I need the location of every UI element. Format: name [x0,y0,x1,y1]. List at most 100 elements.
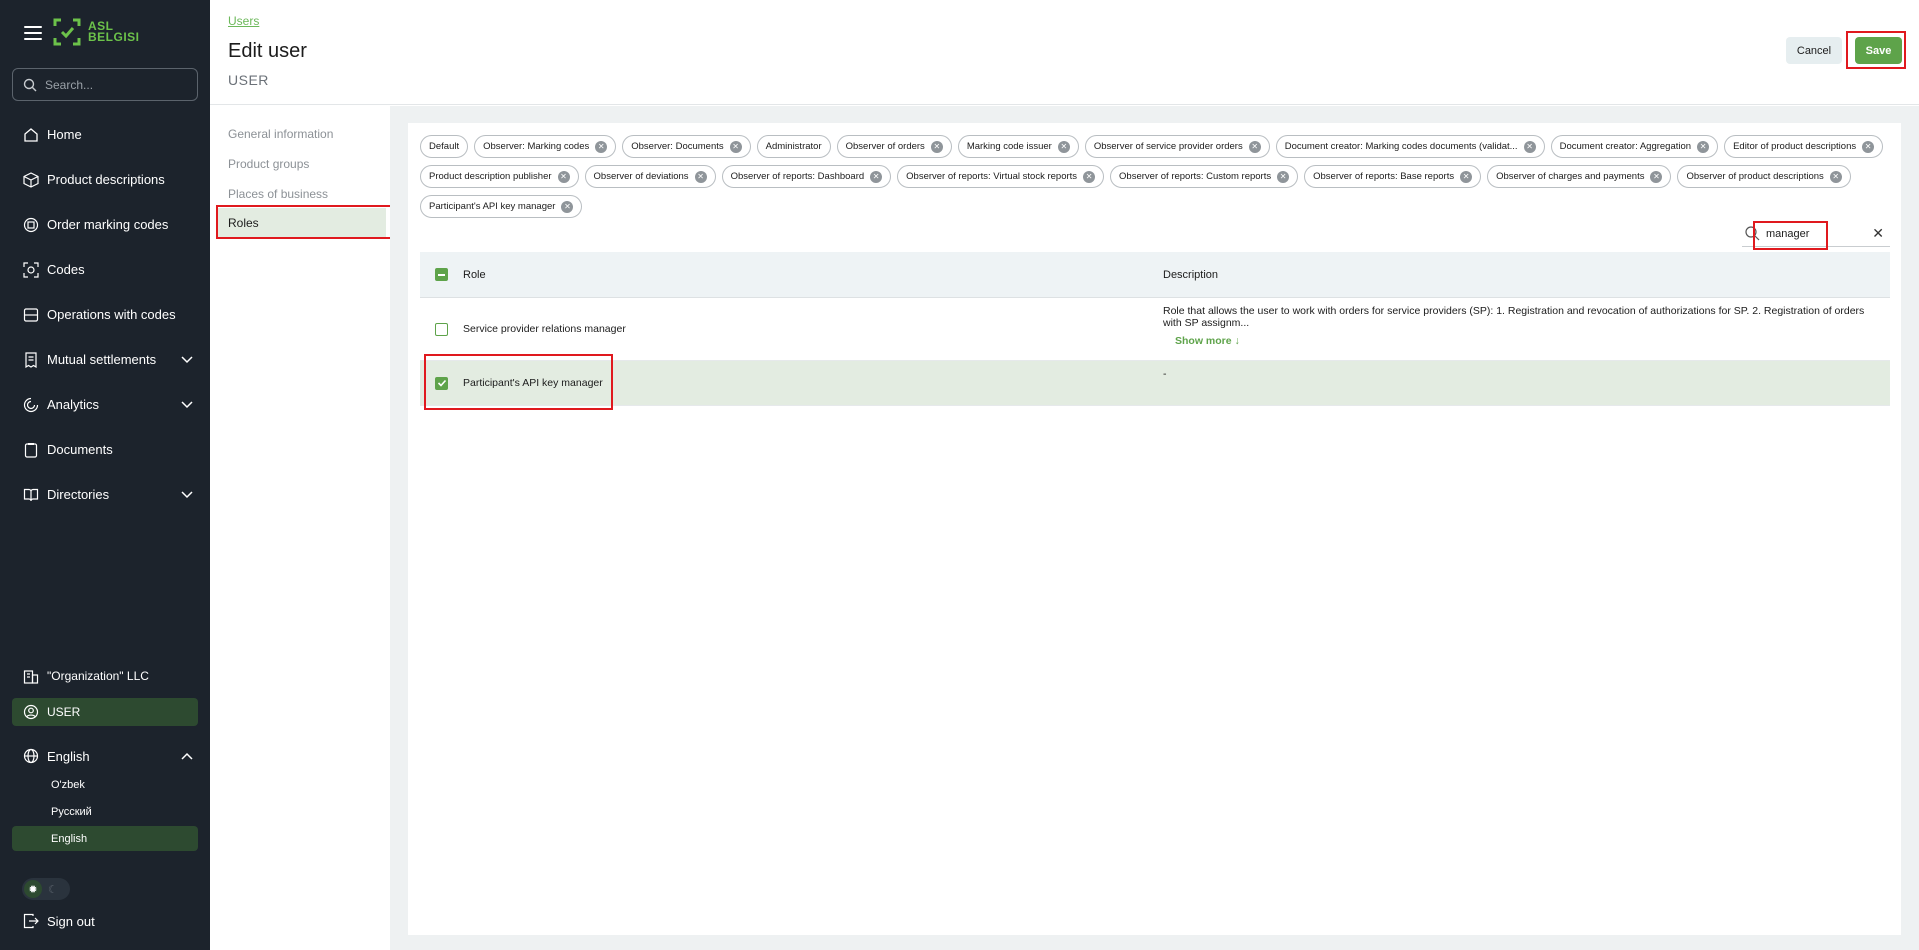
page-title: Edit user [228,40,307,62]
role-chip: Observer of service provider orders ✕ [1084,135,1270,158]
role-chip-label: Observer of reports: Dashboard [730,171,865,182]
role-search: ✕ [1742,221,1890,247]
role-chip-label: Observer of deviations [593,171,689,182]
breadcrumb-users-link[interactable]: Users [228,14,259,28]
role-chip: Document creator: Marking codes document… [1275,135,1545,158]
table-row[interactable]: Participant's API key manager - [420,361,1890,406]
check-icon [437,379,446,387]
globe-icon [23,748,39,764]
chevron-down-icon[interactable] [180,487,194,501]
brand-logo[interactable]: ASL BELGISI [52,17,140,47]
description-cell: Role that allows the user to work with o… [1163,298,1890,360]
sign-out-button[interactable]: Sign out [23,913,95,929]
user-item[interactable]: USER [12,698,198,726]
role-chip: Observer of orders ✕ [836,135,952,158]
remove-chip-icon[interactable]: ✕ [1248,140,1261,153]
show-more-link[interactable]: Show more ↓ [1175,335,1878,347]
search-icon [1745,226,1760,241]
close-icon[interactable]: ✕ [1872,225,1884,242]
row-checkbox[interactable] [435,322,448,336]
select-all-checkbox[interactable] [435,268,448,281]
sidebar-search-input[interactable] [45,77,185,92]
organization-item[interactable]: "Organization" LLC [12,662,198,690]
sidebar-item-order-marking-codes[interactable]: Order marking codes [12,202,198,247]
sign-out-icon [23,913,39,929]
role-chip: Administrator [756,135,831,158]
order-codes-icon [23,217,39,232]
remove-chip-icon[interactable]: ✕ [1697,140,1710,153]
tab-general-information[interactable]: General information [228,127,333,141]
section-tabs: General information Product groups Place… [210,106,390,950]
language-option-russian[interactable]: Русский [12,799,198,824]
sidebar-item-analytics[interactable]: Analytics [12,382,198,427]
remove-chip-icon[interactable]: ✕ [729,140,742,153]
tab-roles[interactable]: Roles [218,208,386,237]
roles-table: Role Description Service provider relati… [420,252,1890,406]
remove-chip-icon[interactable]: ✕ [561,200,574,213]
logo-mark-icon [53,18,81,46]
role-chips: Default Observer: Marking codes ✕ Observer:… [420,135,1900,218]
sidebar-item-directories[interactable]: Directories [12,472,198,517]
role-chip-label: Editor of product descriptions [1733,141,1857,152]
role-search-input[interactable] [1766,227,1856,240]
analytics-icon [23,397,39,412]
save-button[interactable]: Save [1855,37,1902,64]
remove-chip-icon[interactable]: ✕ [1829,170,1842,183]
sidebar-item-codes[interactable]: Codes [12,247,198,292]
role-chip: Observer of product descriptions ✕ [1677,165,1851,188]
remove-chip-icon[interactable]: ✕ [1083,170,1096,183]
chevron-up-icon[interactable] [180,750,194,764]
role-chip: Document creator: Aggregation ✕ [1550,135,1719,158]
sidebar: ASL BELGISI Home Product descriptions Or… [0,0,210,950]
sidebar-item-documents[interactable]: Documents [12,427,198,472]
role-chip: Observer of reports: Virtual stock repor… [897,165,1105,188]
remove-chip-icon[interactable]: ✕ [1523,140,1536,153]
remove-chip-icon[interactable]: ✕ [870,170,883,183]
column-header-role: Role [463,268,486,281]
role-chip-label: Observer of reports: Virtual stock repor… [906,171,1078,182]
role-chip-label: Document creator: Marking codes document… [1284,141,1518,152]
role-chip-label: Document creator: Aggregation [1559,141,1692,152]
remove-chip-icon[interactable]: ✕ [557,170,570,183]
sidebar-item-home[interactable]: Home [12,112,198,157]
role-chip-label: Observer of service provider orders [1093,141,1243,152]
sidebar-item-label: Product descriptions [47,172,165,187]
language-selector[interactable]: English [12,742,198,770]
brand-name: ASL BELGISI [88,20,140,43]
role-chip: Observer of deviations ✕ [584,165,716,188]
table-row[interactable]: Service provider relations manager Role … [420,298,1890,361]
remove-chip-icon[interactable]: ✕ [694,170,707,183]
tab-product-groups[interactable]: Product groups [228,157,309,171]
menu-icon[interactable] [24,26,42,40]
book-icon [23,488,39,501]
row-checkbox[interactable] [435,376,448,390]
chevron-down-icon[interactable] [180,352,194,366]
tab-places-of-business[interactable]: Places of business [228,187,328,201]
language-option-uzbek[interactable]: O'zbek [12,772,198,797]
remove-chip-icon[interactable]: ✕ [1057,140,1070,153]
remove-chip-icon[interactable]: ✕ [1650,170,1663,183]
sidebar-item-operations-with-codes[interactable]: Operations with codes [12,292,198,337]
cancel-button[interactable]: Cancel [1786,37,1842,64]
sidebar-item-mutual-settlements[interactable]: Mutual settlements [12,337,198,382]
role-chip: Observer: Marking codes ✕ [474,135,617,158]
description-cell: - [1163,368,1167,380]
role-chip: Marking code issuer ✕ [957,135,1079,158]
organization-name: "Organization" LLC [47,669,149,683]
sidebar-item-product-descriptions[interactable]: Product descriptions [12,157,198,202]
chevron-down-icon[interactable] [180,397,194,411]
row-check-cell [420,361,463,405]
sidebar-item-label: Documents [47,442,113,457]
role-chip: Product description publisher ✕ [420,165,579,188]
theme-toggle[interactable]: ✹ ☾ [22,878,70,900]
remove-chip-icon[interactable]: ✕ [1862,140,1875,153]
remove-chip-icon[interactable]: ✕ [930,140,943,153]
language-option-english[interactable]: English [12,826,198,851]
remove-chip-icon[interactable]: ✕ [595,140,608,153]
remove-chip-icon[interactable]: ✕ [1277,170,1290,183]
remove-chip-icon[interactable]: ✕ [1460,170,1473,183]
page-header: Users Edit user USER Cancel Save [210,0,1919,105]
language-current: English [47,748,90,764]
description-text: Role that allows the user to work with o… [1163,305,1865,329]
home-icon [24,127,38,142]
